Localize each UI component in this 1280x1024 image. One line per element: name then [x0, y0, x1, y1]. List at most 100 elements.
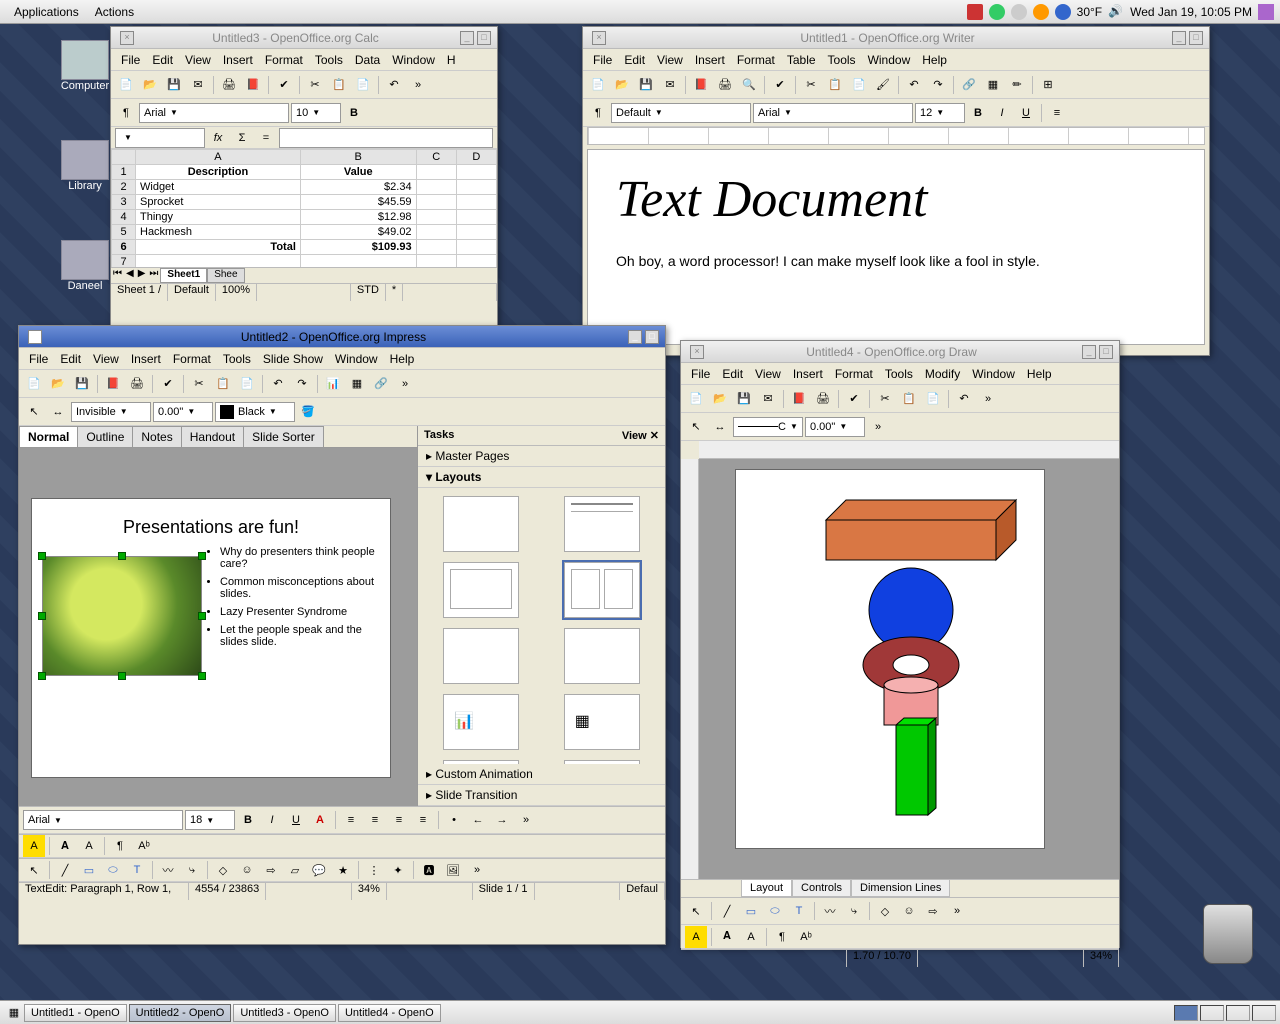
- line-icon[interactable]: ╱: [716, 900, 738, 922]
- volume-icon[interactable]: 🔊: [1108, 4, 1124, 20]
- align-left-button[interactable]: ≡: [1046, 102, 1068, 124]
- tab-normal[interactable]: Normal: [19, 426, 78, 447]
- paste-icon[interactable]: 📄: [236, 373, 258, 395]
- clock[interactable]: Wed Jan 19, 10:05 PM: [1130, 5, 1252, 19]
- tray-icon[interactable]: [1011, 4, 1027, 20]
- menu-window[interactable]: Window: [966, 367, 1021, 381]
- menu-help[interactable]: Help: [916, 53, 953, 67]
- align-center-button[interactable]: ≡: [364, 809, 386, 831]
- cut-icon[interactable]: ✂: [874, 388, 896, 410]
- print-icon[interactable]: 🖨: [714, 74, 736, 96]
- actions-menu[interactable]: Actions: [87, 5, 142, 19]
- menu-insert[interactable]: Insert: [689, 53, 731, 67]
- char-icon[interactable]: A: [78, 835, 100, 857]
- cell[interactable]: $2.34: [300, 180, 416, 195]
- user-icon[interactable]: [1033, 4, 1049, 20]
- draw-canvas[interactable]: [699, 459, 1119, 879]
- menu-format[interactable]: Format: [167, 352, 217, 366]
- bullet-item[interactable]: Why do presenters think people care?: [220, 546, 380, 570]
- line-end-icon[interactable]: ↔: [709, 416, 731, 438]
- size-combo[interactable]: 18▼: [185, 810, 235, 830]
- highlight-icon[interactable]: A: [685, 926, 707, 948]
- draw-page[interactable]: [735, 469, 1045, 849]
- menu-insert[interactable]: Insert: [787, 367, 829, 381]
- row-header[interactable]: 1: [112, 165, 136, 180]
- draw-hruler[interactable]: [699, 441, 1119, 459]
- status-zoom[interactable]: 34%: [1084, 950, 1119, 967]
- demote-button[interactable]: →: [491, 809, 513, 831]
- writer-ruler[interactable]: [587, 127, 1205, 145]
- cut-icon[interactable]: ✂: [304, 74, 326, 96]
- menu-view[interactable]: View: [749, 367, 787, 381]
- save-icon[interactable]: 💾: [733, 388, 755, 410]
- menu-help[interactable]: Help: [1021, 367, 1058, 381]
- save-icon[interactable]: 💾: [71, 373, 93, 395]
- minimize-button[interactable]: _: [1082, 345, 1096, 359]
- task-slide-transition[interactable]: ▸ Slide Transition: [418, 785, 665, 806]
- new-icon[interactable]: 📄: [685, 388, 707, 410]
- pdf-icon[interactable]: 📕: [102, 373, 124, 395]
- line-end-icon[interactable]: ↔: [47, 401, 69, 423]
- more-icon[interactable]: »: [515, 809, 537, 831]
- tab-handout[interactable]: Handout: [181, 426, 244, 447]
- more-icon[interactable]: »: [394, 373, 416, 395]
- connector-icon[interactable]: ⤷: [181, 859, 203, 881]
- mail-icon[interactable]: ✉: [659, 74, 681, 96]
- cell[interactable]: Hackmesh: [136, 225, 301, 240]
- menu-file[interactable]: File: [115, 53, 146, 67]
- workspace-switcher[interactable]: [1226, 1005, 1250, 1021]
- calc-titlebar[interactable]: × Untitled3 - OpenOffice.org Calc _ □: [111, 27, 497, 49]
- menu-tools[interactable]: Tools: [217, 352, 257, 366]
- cell[interactable]: $109.93: [300, 240, 416, 255]
- copy-icon[interactable]: 📋: [824, 74, 846, 96]
- tab-sorter[interactable]: Slide Sorter: [243, 426, 324, 447]
- font-color-button[interactable]: A: [309, 809, 331, 831]
- line-color-combo[interactable]: Black▼: [215, 402, 295, 422]
- weather-temp[interactable]: 30°F: [1077, 5, 1102, 19]
- bold-button[interactable]: B: [237, 809, 259, 831]
- fx-icon[interactable]: fx: [207, 127, 229, 149]
- symbol-shapes-icon[interactable]: ☺: [898, 900, 920, 922]
- menu-edit[interactable]: Edit: [618, 53, 651, 67]
- menu-modify[interactable]: Modify: [919, 367, 966, 381]
- size-combo[interactable]: 10▼: [291, 103, 341, 123]
- minimize-button[interactable]: _: [628, 330, 642, 344]
- save-icon[interactable]: 💾: [635, 74, 657, 96]
- row-header[interactable]: 2: [112, 180, 136, 195]
- menu-edit[interactable]: Edit: [716, 367, 749, 381]
- task-button[interactable]: Untitled2 - OpenO: [129, 1004, 232, 1022]
- menu-help[interactable]: Help: [384, 352, 421, 366]
- undo-icon[interactable]: ↶: [903, 74, 925, 96]
- slide-bullets[interactable]: Why do presenters think people care? Com…: [220, 546, 380, 676]
- underline-button[interactable]: U: [1015, 102, 1037, 124]
- menu-format[interactable]: Format: [731, 53, 781, 67]
- cell[interactable]: [456, 165, 496, 180]
- spell-icon[interactable]: ✔: [769, 74, 791, 96]
- fontwork-icon[interactable]: 𝐀: [54, 835, 76, 857]
- bullet-item[interactable]: Common misconceptions about slides.: [220, 576, 380, 600]
- paste-icon[interactable]: 📄: [848, 74, 870, 96]
- select-icon[interactable]: ↖: [685, 900, 707, 922]
- cell[interactable]: $49.02: [300, 225, 416, 240]
- impress-canvas[interactable]: Presentations are fun! Why do presenters…: [19, 448, 417, 806]
- row-header[interactable]: 3: [112, 195, 136, 210]
- draw-vruler[interactable]: [681, 459, 699, 879]
- new-icon[interactable]: 📄: [115, 74, 137, 96]
- bullet-item[interactable]: Let the people speak and the slides slid…: [220, 624, 380, 648]
- undo-icon[interactable]: ↶: [383, 74, 405, 96]
- more-icon[interactable]: »: [867, 416, 889, 438]
- promote-button[interactable]: ←: [467, 809, 489, 831]
- style-combo[interactable]: Default▼: [611, 103, 751, 123]
- layout-thumbnail[interactable]: [564, 628, 640, 684]
- maximize-button[interactable]: □: [477, 31, 491, 45]
- menu-insert[interactable]: Insert: [217, 53, 259, 67]
- connector-icon[interactable]: ⤷: [843, 900, 865, 922]
- writer-page[interactable]: Text Document Oh boy, a word processor! …: [587, 149, 1205, 345]
- close-button[interactable]: ×: [28, 330, 42, 344]
- cut-icon[interactable]: ✂: [188, 373, 210, 395]
- layout-thumbnail[interactable]: ▦: [564, 694, 640, 750]
- undo-icon[interactable]: ↶: [267, 373, 289, 395]
- row-header[interactable]: 7: [112, 255, 136, 268]
- undo-icon[interactable]: ↶: [953, 388, 975, 410]
- pdf-icon[interactable]: 📕: [690, 74, 712, 96]
